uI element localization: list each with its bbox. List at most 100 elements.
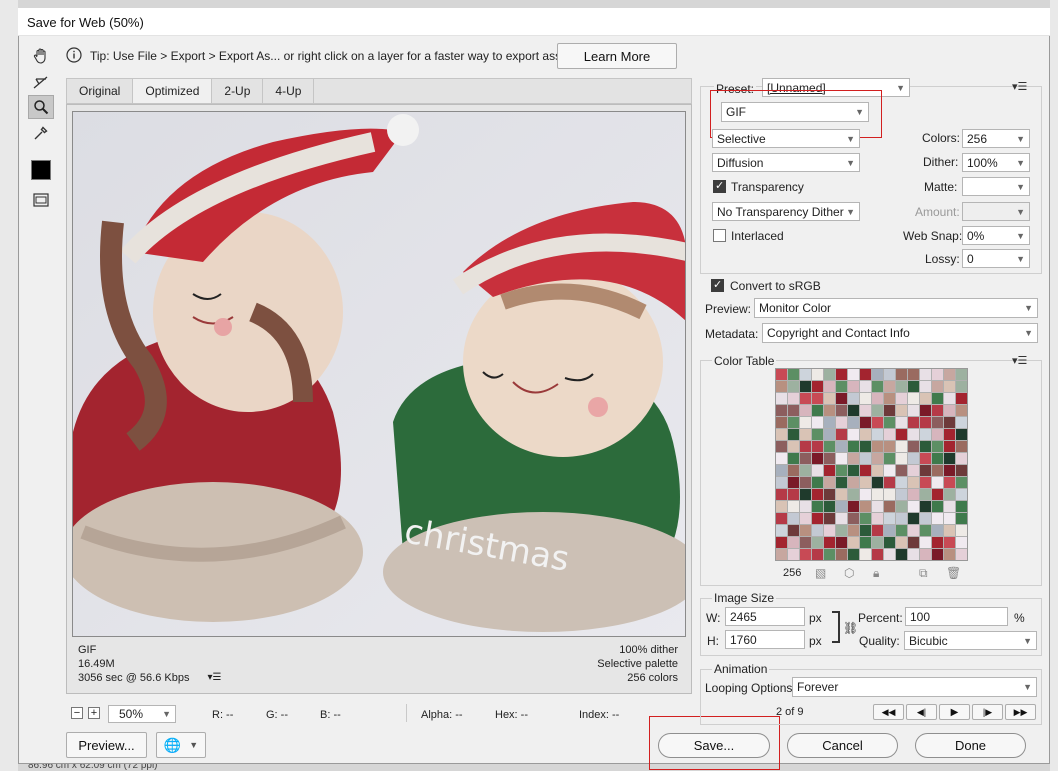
new-color-icon[interactable]: ⧉	[919, 566, 928, 581]
color-swatch[interactable]	[836, 405, 847, 416]
color-swatch[interactable]	[800, 453, 811, 464]
color-swatch[interactable]	[848, 453, 859, 464]
color-swatch[interactable]	[800, 549, 811, 560]
color-swatch[interactable]	[776, 465, 787, 476]
done-button[interactable]: Done	[915, 733, 1026, 758]
color-swatch[interactable]	[848, 381, 859, 392]
color-swatch[interactable]	[836, 465, 847, 476]
color-swatch[interactable]	[920, 369, 931, 380]
color-swatch[interactable]	[896, 537, 907, 548]
color-swatch[interactable]	[824, 441, 835, 452]
color-swatch[interactable]	[944, 405, 955, 416]
color-swatch[interactable]	[860, 417, 871, 428]
color-swatch[interactable]	[908, 525, 919, 536]
matte-select[interactable]: ▼	[962, 177, 1030, 196]
color-swatch[interactable]	[872, 393, 883, 404]
download-speed-menu-icon[interactable]: ▾☰	[207, 671, 221, 685]
color-swatch[interactable]	[908, 513, 919, 524]
color-swatch[interactable]	[860, 441, 871, 452]
color-swatch[interactable]	[776, 429, 787, 440]
color-swatch[interactable]	[896, 525, 907, 536]
color-swatch[interactable]	[776, 501, 787, 512]
color-swatch[interactable]	[872, 369, 883, 380]
color-swatch[interactable]	[788, 441, 799, 452]
color-swatch[interactable]	[932, 549, 943, 560]
color-swatch[interactable]	[920, 525, 931, 536]
color-swatch[interactable]	[860, 429, 871, 440]
color-swatch[interactable]	[956, 513, 967, 524]
color-swatch[interactable]	[860, 501, 871, 512]
color-swatch[interactable]	[812, 381, 823, 392]
color-swatch[interactable]	[860, 393, 871, 404]
color-swatch[interactable]	[860, 525, 871, 536]
color-swatch[interactable]	[896, 405, 907, 416]
color-swatch[interactable]	[884, 549, 895, 560]
color-swatch[interactable]	[812, 501, 823, 512]
color-swatch[interactable]	[848, 549, 859, 560]
color-swatch[interactable]	[896, 477, 907, 488]
color-table-grid[interactable]	[775, 368, 968, 561]
percent-field[interactable]: 100	[905, 607, 1008, 626]
color-swatch[interactable]	[824, 537, 835, 548]
trash-icon[interactable]: 🗑︎	[946, 566, 961, 580]
color-swatch[interactable]	[896, 465, 907, 476]
color-swatch[interactable]	[860, 549, 871, 560]
color-swatch[interactable]	[908, 393, 919, 404]
color-swatch[interactable]	[800, 465, 811, 476]
color-swatch[interactable]	[884, 465, 895, 476]
color-swatch[interactable]	[872, 381, 883, 392]
color-swatch[interactable]	[836, 417, 847, 428]
color-swatch[interactable]	[800, 525, 811, 536]
color-swatch[interactable]	[884, 477, 895, 488]
preview-color-select[interactable]: Monitor Color ▼	[754, 298, 1038, 318]
color-swatch[interactable]	[920, 441, 931, 452]
color-swatch[interactable]	[848, 393, 859, 404]
metadata-select[interactable]: Copyright and Contact Info ▼	[762, 323, 1038, 343]
color-swatch[interactable]	[920, 429, 931, 440]
color-swatch[interactable]	[848, 417, 859, 428]
looping-options-select[interactable]: Forever ▼	[792, 677, 1037, 697]
color-swatch[interactable]	[872, 489, 883, 500]
color-swatch[interactable]	[872, 525, 883, 536]
lossy-field[interactable]: 0 ▼	[962, 249, 1030, 268]
color-swatch[interactable]	[824, 513, 835, 524]
color-swatch[interactable]	[896, 369, 907, 380]
color-swatch[interactable]	[824, 393, 835, 404]
quality-select[interactable]: Bicubic ▼	[904, 631, 1037, 650]
color-swatch[interactable]	[788, 489, 799, 500]
color-swatch[interactable]	[932, 381, 943, 392]
color-swatch[interactable]	[920, 549, 931, 560]
color-swatch[interactable]	[896, 393, 907, 404]
color-swatch[interactable]	[884, 441, 895, 452]
color-swatch[interactable]	[848, 441, 859, 452]
color-swatch[interactable]	[884, 417, 895, 428]
color-swatch[interactable]	[908, 477, 919, 488]
color-swatch[interactable]	[896, 501, 907, 512]
color-swatch[interactable]	[776, 537, 787, 548]
color-swatch[interactable]	[956, 369, 967, 380]
color-swatch[interactable]	[812, 429, 823, 440]
color-swatch[interactable]	[920, 513, 931, 524]
color-swatch[interactable]	[956, 465, 967, 476]
color-swatch[interactable]	[884, 513, 895, 524]
color-swatch[interactable]	[932, 525, 943, 536]
tab-original[interactable]: Original	[67, 79, 134, 103]
color-swatch[interactable]	[872, 477, 883, 488]
color-swatch[interactable]	[908, 441, 919, 452]
map-color-icon[interactable]: ▧	[815, 566, 826, 580]
cancel-button[interactable]: Cancel	[787, 733, 898, 758]
color-swatch[interactable]	[860, 477, 871, 488]
previous-frame-button[interactable]: ◀|	[906, 704, 937, 720]
color-swatch[interactable]	[920, 417, 931, 428]
color-swatch[interactable]	[872, 429, 883, 440]
color-swatch[interactable]	[776, 441, 787, 452]
color-swatch[interactable]	[956, 393, 967, 404]
color-swatch[interactable]	[848, 537, 859, 548]
web-shift-icon[interactable]: ⬡	[844, 566, 854, 580]
link-chain-icon[interactable]: ⛓︎	[843, 621, 858, 635]
width-field[interactable]: 2465	[725, 607, 805, 626]
color-swatch[interactable]	[824, 405, 835, 416]
color-swatch[interactable]	[836, 393, 847, 404]
color-swatch[interactable]	[920, 381, 931, 392]
color-swatch[interactable]	[788, 405, 799, 416]
